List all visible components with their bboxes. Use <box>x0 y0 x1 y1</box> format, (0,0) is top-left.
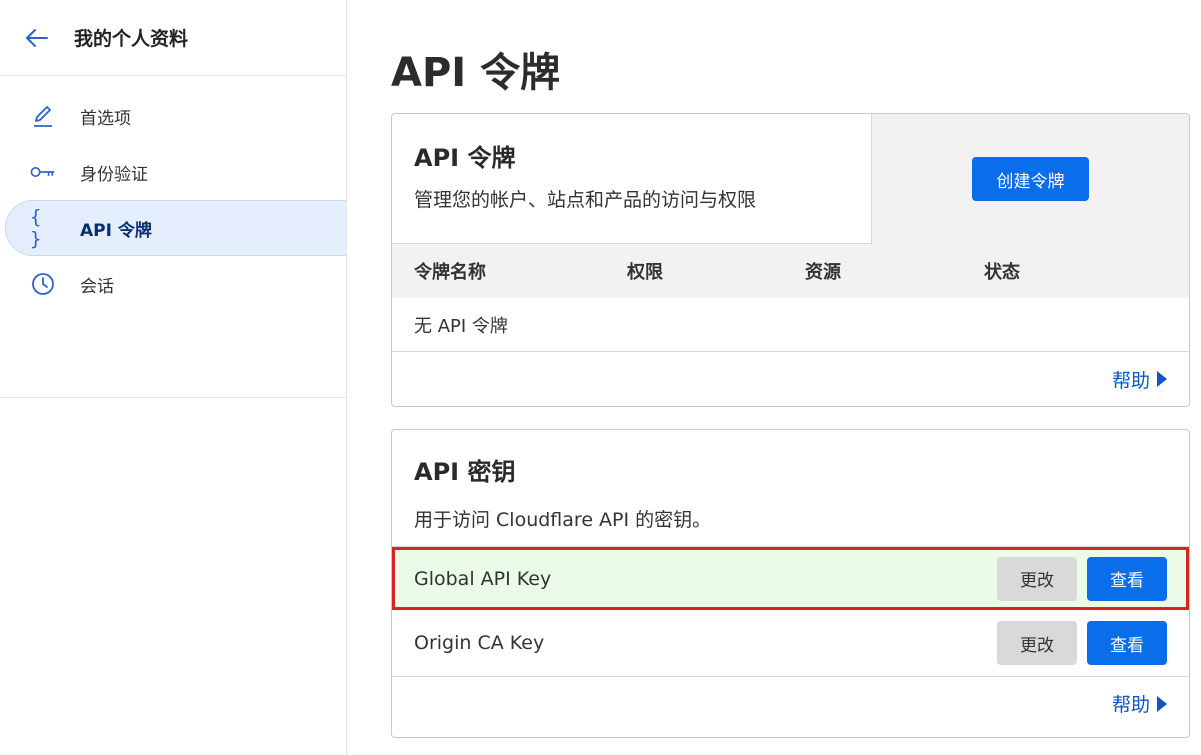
sidebar-nav: 首选项 身份验证 { } API 令牌 会话 <box>0 76 346 398</box>
global-api-key-row: Global API Key 更改 查看 <box>392 547 1189 610</box>
view-key-button[interactable]: 查看 <box>1087 556 1167 601</box>
sidebar-item-sessions[interactable]: 会话 <box>0 256 346 312</box>
api-keys-card-header: API 密钥 用于访问 Cloudflare API 的密钥。 <box>392 430 1189 547</box>
caret-right-icon <box>1157 371 1167 387</box>
column-header-token-name: 令牌名称 <box>414 262 486 283</box>
api-tokens-card-header: API 令牌 管理您的帐户、站点和产品的访问与权限 创建令牌 <box>392 114 1189 244</box>
keys-help-link[interactable]: 帮助 <box>392 676 1189 730</box>
card-description: 用于访问 Cloudflare API 的密钥。 <box>414 509 712 531</box>
tokens-table-header: 令牌名称 权限 资源 状态 <box>392 244 1189 298</box>
sidebar-item-label: 首选项 <box>80 108 131 129</box>
tokens-empty-row: 无 API 令牌 <box>392 298 1189 352</box>
caret-right-icon <box>1157 695 1167 712</box>
sidebar-item-label: 身份验证 <box>80 164 148 185</box>
create-token-panel: 创建令牌 <box>871 114 1189 244</box>
key-name: Origin CA Key <box>414 632 545 654</box>
card-title: API 令牌 <box>414 144 516 172</box>
help-link-label: 帮助 <box>1111 369 1150 392</box>
card-description: 管理您的帐户、站点和产品的访问与权限 <box>414 189 757 211</box>
main-content: API 令牌 API 令牌 管理您的帐户、站点和产品的访问与权限 创建令牌 令牌… <box>347 0 1201 755</box>
key-name: Global API Key <box>414 567 552 590</box>
key-actions: 更改 查看 <box>997 547 1167 610</box>
pencil-icon <box>30 103 56 129</box>
sidebar-item-authentication[interactable]: 身份验证 <box>0 144 346 200</box>
help-link-label: 帮助 <box>1111 694 1150 716</box>
braces-icon: { } <box>30 206 44 250</box>
clock-icon <box>30 271 56 297</box>
column-header-status: 状态 <box>984 262 1020 283</box>
api-tokens-card: API 令牌 管理您的帐户、站点和产品的访问与权限 创建令牌 令牌名称 权限 资… <box>391 113 1190 407</box>
card-title: API 密钥 <box>414 458 516 486</box>
origin-ca-key-row: Origin CA Key 更改 查看 <box>392 610 1189 676</box>
tokens-help-link[interactable]: 帮助 <box>392 352 1189 406</box>
view-key-button[interactable]: 查看 <box>1087 621 1167 665</box>
column-header-permissions: 权限 <box>627 262 663 283</box>
key-icon <box>30 159 56 185</box>
change-key-button[interactable]: 更改 <box>997 621 1077 665</box>
sidebar: 我的个人资料 首选项 身份验证 { } API 令牌 会话 <box>0 0 347 755</box>
sidebar-header: 我的个人资料 <box>0 0 346 76</box>
page-title: API 令牌 <box>391 50 561 96</box>
api-tokens-card-info: API 令牌 管理您的帐户、站点和产品的访问与权限 <box>392 114 871 244</box>
sidebar-item-preferences[interactable]: 首选项 <box>0 88 346 144</box>
sidebar-item-label: API 令牌 <box>80 220 152 241</box>
api-keys-card: API 密钥 用于访问 Cloudflare API 的密钥。 Global A… <box>391 429 1190 738</box>
sidebar-item-label: 会话 <box>80 276 114 297</box>
sidebar-title: 我的个人资料 <box>74 28 189 50</box>
change-key-button[interactable]: 更改 <box>997 556 1077 601</box>
arrow-left-icon[interactable] <box>24 25 50 51</box>
create-token-button[interactable]: 创建令牌 <box>972 157 1089 201</box>
sidebar-item-api-tokens[interactable]: { } API 令牌 <box>5 200 346 256</box>
key-actions: 更改 查看 <box>997 610 1167 676</box>
column-header-resources: 资源 <box>805 262 841 283</box>
